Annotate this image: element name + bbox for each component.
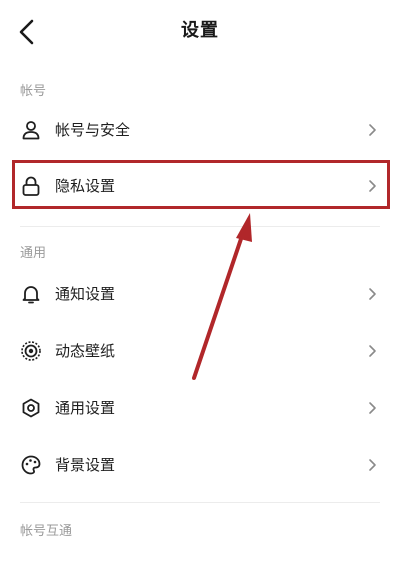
chevron-right-icon	[369, 345, 376, 357]
bell-icon	[22, 286, 40, 304]
settings-item-background[interactable]: 背景设置	[0, 439, 400, 491]
page-title: 设置	[181, 20, 219, 41]
user-icon	[22, 121, 40, 140]
settings-item-label: 通知设置	[55, 285, 116, 303]
settings-item-label: 动态壁纸	[55, 342, 116, 360]
section-label-account-interop: 帐号互通	[20, 524, 73, 539]
header-bar: 设置	[0, 0, 400, 60]
chevron-right-icon	[369, 402, 376, 414]
settings-item-general[interactable]: 通用设置	[0, 382, 400, 434]
chevron-right-icon	[369, 288, 376, 300]
section-label-general: 通用	[20, 246, 47, 261]
settings-item-label: 背景设置	[55, 456, 116, 474]
settings-item-notifications[interactable]: 通知设置	[0, 268, 400, 320]
gear-icon	[22, 398, 40, 418]
section-divider	[20, 502, 380, 503]
settings-item-label: 帐号与安全	[55, 121, 131, 139]
chevron-right-icon	[369, 180, 376, 192]
settings-item-label: 隐私设置	[55, 177, 116, 195]
settings-item-account-security[interactable]: 帐号与安全	[0, 104, 400, 156]
settings-item-label: 通用设置	[55, 399, 116, 417]
section-divider	[20, 226, 380, 227]
chevron-right-icon	[369, 124, 376, 136]
settings-item-privacy[interactable]: 隐私设置	[0, 160, 400, 212]
palette-icon	[21, 455, 41, 475]
lock-icon	[22, 176, 40, 196]
live-wallpaper-icon	[21, 341, 41, 361]
chevron-right-icon	[369, 459, 376, 471]
settings-item-live-wallpaper[interactable]: 动态壁纸	[0, 325, 400, 377]
section-label-account: 帐号	[20, 84, 47, 99]
